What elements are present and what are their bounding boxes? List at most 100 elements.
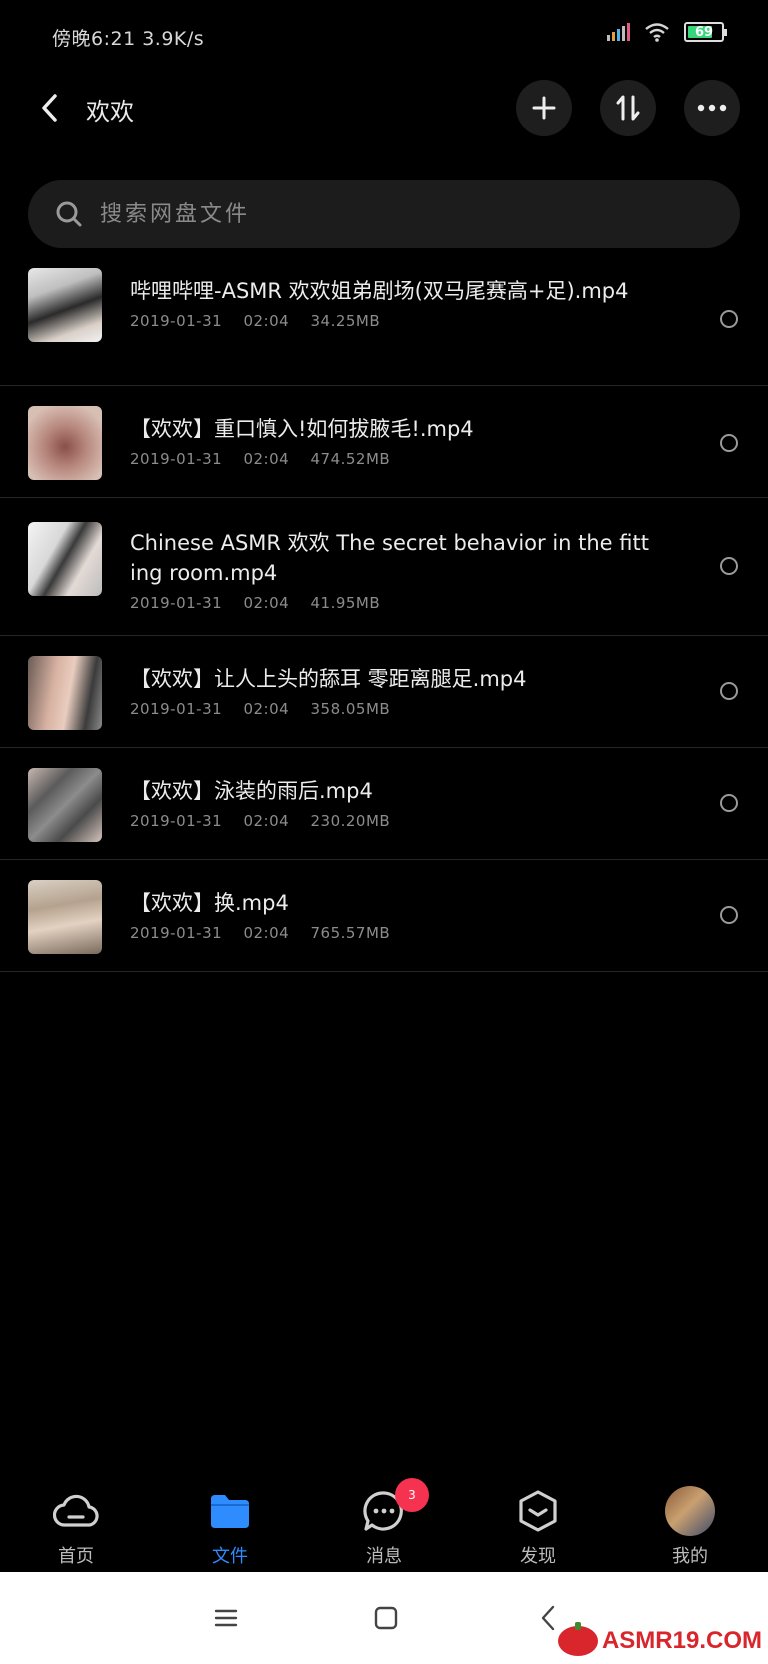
status-bar: 傍晚6:21 3.9K/s 69: [0, 0, 768, 72]
file-time: 02:04: [243, 924, 290, 942]
file-info: 哔哩哔哩-ASMR 欢欢姐弟剧场(双马尾赛高+足).mp4 2019-01-31…: [130, 276, 650, 330]
search-input[interactable]: [100, 201, 680, 227]
nav-messages-label: 消息: [366, 1546, 402, 1567]
file-date: 2019-01-31: [130, 812, 223, 830]
file-name: 【欢欢】换.mp4: [130, 891, 289, 915]
select-radio[interactable]: [720, 682, 738, 700]
file-row[interactable]: 【欢欢】换.mp4 2019-01-31 02:04 765.57MB: [0, 860, 768, 972]
watermark: ASMR19.COM: [557, 1622, 762, 1656]
file-info: 【欢欢】让人上头的舔耳 零距离腿足.mp4 2019-01-31 02:04 3…: [130, 664, 650, 718]
nav-files[interactable]: 文件: [180, 1486, 280, 1568]
file-meta: 2019-01-31 02:04 230.20MB: [130, 812, 650, 830]
add-button[interactable]: [516, 80, 572, 136]
nav-discover-label: 发现: [520, 1546, 556, 1567]
battery-icon: 69: [684, 22, 727, 42]
file-name: 哔哩哔哩-ASMR 欢欢姐弟剧场(双马尾赛高+足).mp4: [130, 279, 629, 303]
file-meta: 2019-01-31 02:04 34.25MB: [130, 312, 650, 330]
chevron-left-icon: [541, 1605, 555, 1631]
file-meta: 2019-01-31 02:04 765.57MB: [130, 924, 650, 942]
status-clock: 傍晚6:21: [52, 28, 136, 50]
page-title: 欢欢: [86, 98, 134, 126]
chevron-left-icon: [42, 94, 57, 122]
folder-icon: [205, 1486, 255, 1536]
select-radio[interactable]: [720, 557, 738, 575]
file-size: 41.95MB: [310, 594, 381, 612]
video-thumbnail: [28, 768, 102, 842]
file-info: 【欢欢】重口慎入!如何拔腋毛!.mp4 2019-01-31 02:04 474…: [130, 414, 650, 468]
select-radio[interactable]: [720, 906, 738, 924]
select-radio[interactable]: [720, 310, 738, 328]
unread-badge: 3: [395, 1478, 429, 1512]
search-bar[interactable]: [28, 180, 740, 248]
sort-arrows-icon: [616, 95, 640, 121]
file-size: 358.05MB: [310, 700, 391, 718]
file-row[interactable]: 【欢欢】让人上头的舔耳 零距离腿足.mp4 2019-01-31 02:04 3…: [0, 636, 768, 748]
file-size: 34.25MB: [310, 312, 381, 330]
watermark-text: ASMR19.COM: [601, 1627, 762, 1654]
file-time: 02:04: [243, 700, 290, 718]
video-thumbnail: [28, 406, 102, 480]
file-row[interactable]: 【欢欢】泳装的雨后.mp4 2019-01-31 02:04 230.20MB: [0, 748, 768, 860]
status-icons: 69: [607, 22, 727, 42]
tomato-logo-icon: [557, 1622, 598, 1656]
sort-button[interactable]: [600, 80, 656, 136]
back-button[interactable]: [30, 88, 70, 128]
network-speed: 3.9K/s: [142, 28, 205, 50]
more-button[interactable]: [684, 80, 740, 136]
avatar: [665, 1486, 715, 1536]
file-list: 哔哩哔哩-ASMR 欢欢姐弟剧场(双马尾赛高+足).mp4 2019-01-31…: [0, 260, 768, 972]
file-meta: 2019-01-31 02:04 474.52MB: [130, 450, 650, 468]
status-time: 傍晚6:21 3.9K/s: [52, 24, 204, 51]
file-name: 【欢欢】重口慎入!如何拔腋毛!.mp4: [130, 417, 474, 441]
file-name: Chinese ASMR 欢欢 The secret behavior in t…: [130, 531, 649, 585]
file-date: 2019-01-31: [130, 312, 223, 330]
video-thumbnail: [28, 656, 102, 730]
file-info: 【欢欢】泳装的雨后.mp4 2019-01-31 02:04 230.20MB: [130, 776, 650, 830]
nav-messages[interactable]: 3 消息: [334, 1478, 434, 1568]
file-date: 2019-01-31: [130, 924, 223, 942]
video-thumbnail: [28, 522, 102, 596]
file-name: 【欢欢】让人上头的舔耳 零距离腿足.mp4: [130, 667, 527, 691]
file-meta: 2019-01-31 02:04 41.95MB: [130, 594, 650, 612]
more-dots-icon: [697, 104, 727, 112]
file-time: 02:04: [243, 450, 290, 468]
square-icon: [374, 1606, 398, 1630]
nav-mine-label: 我的: [672, 1546, 708, 1567]
file-info: 【欢欢】换.mp4 2019-01-31 02:04 765.57MB: [130, 888, 650, 942]
select-radio[interactable]: [720, 434, 738, 452]
nav-files-label: 文件: [212, 1546, 248, 1567]
chat-bubble-icon: 3: [359, 1478, 429, 1536]
menu-icon: [214, 1609, 238, 1627]
file-date: 2019-01-31: [130, 594, 223, 612]
plus-icon: [532, 96, 556, 120]
bottom-nav: 首页 文件 3 消息 发现 我的: [0, 1472, 768, 1572]
file-name: 【欢欢】泳装的雨后.mp4: [130, 779, 373, 803]
nav-mine[interactable]: 我的: [640, 1486, 740, 1568]
file-date: 2019-01-31: [130, 700, 223, 718]
file-time: 02:04: [243, 312, 290, 330]
file-time: 02:04: [243, 812, 290, 830]
header: 欢欢: [0, 72, 768, 144]
select-radio[interactable]: [720, 794, 738, 812]
home-button[interactable]: [366, 1602, 406, 1634]
nav-home-label: 首页: [58, 1546, 94, 1567]
nav-home[interactable]: 首页: [26, 1486, 126, 1568]
recent-apps-button[interactable]: [206, 1602, 246, 1634]
system-nav-bar: ASMR19.COM: [0, 1572, 768, 1664]
file-row[interactable]: 哔哩哔哩-ASMR 欢欢姐弟剧场(双马尾赛高+足).mp4 2019-01-31…: [0, 260, 768, 386]
file-row[interactable]: Chinese ASMR 欢欢 The secret behavior in t…: [0, 498, 768, 636]
file-date: 2019-01-31: [130, 450, 223, 468]
file-info: Chinese ASMR 欢欢 The secret behavior in t…: [130, 528, 650, 612]
video-thumbnail: [28, 268, 102, 342]
file-size: 474.52MB: [310, 450, 391, 468]
file-time: 02:04: [243, 594, 290, 612]
nav-discover[interactable]: 发现: [488, 1486, 588, 1568]
file-meta: 2019-01-31 02:04 358.05MB: [130, 700, 650, 718]
discover-hexagon-icon: [513, 1486, 563, 1536]
cloud-icon: [51, 1486, 101, 1536]
signal-icon: [607, 23, 630, 41]
file-row[interactable]: 【欢欢】重口慎入!如何拔腋毛!.mp4 2019-01-31 02:04 474…: [0, 386, 768, 498]
search-icon: [54, 199, 84, 229]
file-size: 230.20MB: [310, 812, 391, 830]
file-size: 765.57MB: [310, 924, 391, 942]
